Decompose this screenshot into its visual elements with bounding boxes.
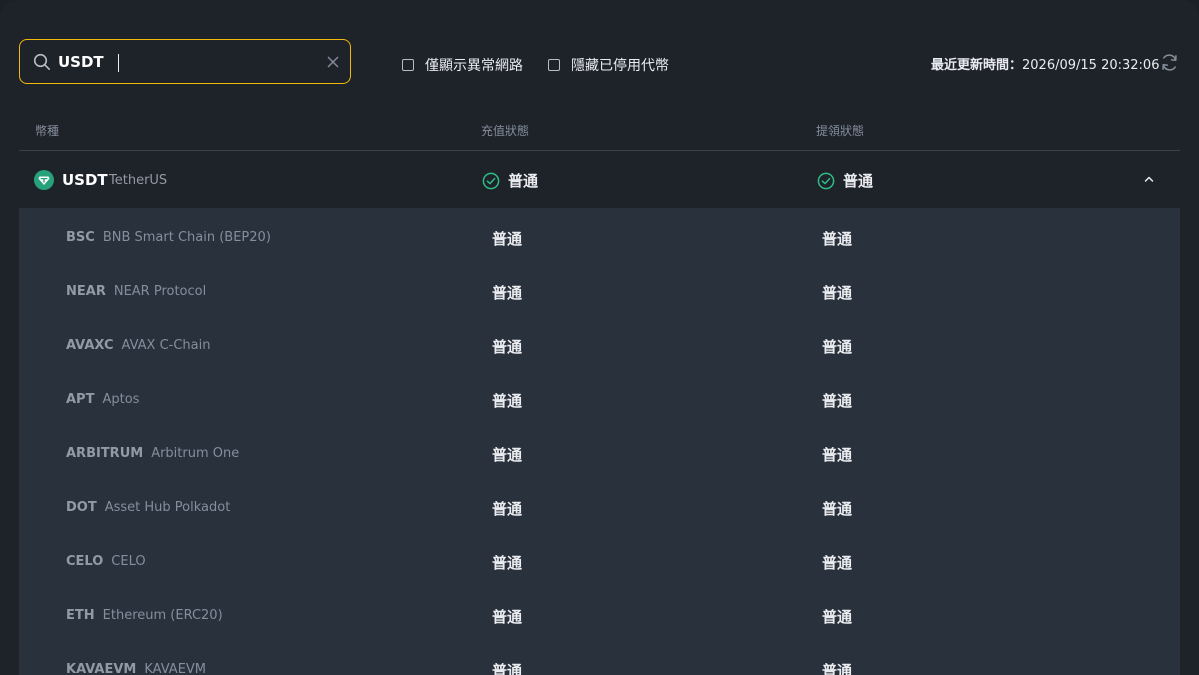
checkbox-label: 隱藏已停用代幣 [571,58,669,74]
network-name: Aptos [102,392,140,407]
network-row: ETH Ethereum (ERC20) 普通 普通 [19,586,1180,640]
withdraw-status: 普通 [817,170,873,191]
clear-icon[interactable] [326,55,340,69]
last-updated-label: 最近更新時間： [931,58,1023,73]
network-status-panel: 僅顯示異常網路 隱藏已停用代幣 最近更新時間：2026/09/15 20:32:… [0,0,1199,675]
network-row: BSC BNB Smart Chain (BEP20) 普通 普通 [19,208,1180,262]
coin-symbol: USDT [62,171,108,189]
network-withdraw-status: 普通 [822,284,853,302]
network-row: CELO CELO 普通 普通 [19,532,1180,586]
network-deposit-status: 普通 [492,338,523,356]
checkbox-label: 僅顯示異常網路 [425,58,523,74]
toolbar: 僅顯示異常網路 隱藏已停用代幣 最近更新時間：2026/09/15 20:32:… [0,0,1199,100]
checkbox-box[interactable] [548,59,560,71]
column-header-withdraw: 提領狀態 [816,124,865,138]
search-box[interactable] [19,39,351,84]
network-code: ARBITRUM Arbitrum One [66,446,240,461]
withdraw-status-label: 普通 [843,172,874,190]
column-header-coin: 幣種 [35,124,60,138]
coin-row-usdt[interactable]: USDT TetherUS 普通 普通 [19,151,1180,208]
hide-disabled-tokens-checkbox[interactable]: 隱藏已停用代幣 [548,55,669,75]
chevron-up-icon[interactable] [1141,171,1157,187]
network-deposit-status: 普通 [492,446,523,464]
network-row: AVAXC AVAX C-Chain 普通 普通 [19,316,1180,370]
network-code: ETH Ethereum (ERC20) [66,608,223,623]
network-code: BSC BNB Smart Chain (BEP20) [66,230,271,245]
network-code: CELO CELO [66,554,146,569]
network-withdraw-status: 普通 [822,608,853,626]
coin-name: TetherUS [109,173,168,188]
network-list: BSC BNB Smart Chain (BEP20) 普通 普通 NEAR NEAR P… [19,208,1180,675]
network-withdraw-status: 普通 [822,230,853,248]
network-name: BNB Smart Chain (BEP20) [102,230,271,245]
network-code: KAVAEVM KAVAEVM [66,662,207,675]
network-row: APT Aptos 普通 普通 [19,370,1180,424]
checkbox-box[interactable] [402,59,414,71]
check-circle-icon [817,172,835,189]
network-deposit-status: 普通 [492,230,523,248]
network-withdraw-status: 普通 [822,338,853,356]
last-updated-time: 2026/09/15 20:32:06 [1022,58,1160,73]
tether-logo-icon [34,170,54,190]
network-name: CELO [111,554,146,569]
network-withdraw-status: 普通 [822,392,853,410]
network-name: NEAR Protocol [113,284,207,299]
network-row: NEAR NEAR Protocol 普通 普通 [19,262,1180,316]
refresh-icon[interactable] [1160,53,1179,72]
network-name: Ethereum (ERC20) [102,608,223,623]
network-deposit-status: 普通 [492,608,523,626]
deposit-status-label: 普通 [508,172,539,190]
network-name: Asset Hub Polkadot [104,500,231,515]
network-deposit-status: 普通 [492,662,523,675]
network-withdraw-status: 普通 [822,446,853,464]
network-name: KAVAEVM [144,662,207,675]
network-row: DOT Asset Hub Polkadot 普通 普通 [19,478,1180,532]
last-updated: 最近更新時間：2026/09/15 20:32:06 [931,54,1159,73]
network-row: ARBITRUM Arbitrum One 普通 普通 [19,424,1180,478]
search-icon [33,53,51,71]
network-withdraw-status: 普通 [822,554,853,572]
network-withdraw-status: 普通 [822,662,853,675]
network-code: APT Aptos [66,392,140,407]
network-code: AVAXC AVAX C-Chain [66,338,211,353]
show-abnormal-networks-checkbox[interactable]: 僅顯示異常網路 [402,55,523,75]
network-code: DOT Asset Hub Polkadot [66,500,231,515]
column-header-deposit: 充值狀態 [481,124,530,138]
check-circle-icon [482,172,500,189]
network-deposit-status: 普通 [492,500,523,518]
network-row: KAVAEVM KAVAEVM 普通 普通 [19,640,1180,675]
network-name: Arbitrum One [151,446,240,461]
network-withdraw-status: 普通 [822,500,853,518]
network-code: NEAR NEAR Protocol [66,284,207,299]
network-deposit-status: 普通 [492,554,523,572]
search-input[interactable] [58,48,308,76]
table-header: 幣種 充值狀態 提領狀態 [19,110,1180,151]
network-deposit-status: 普通 [492,284,523,302]
text-cursor [118,54,119,72]
deposit-status: 普通 [482,170,538,191]
network-name: AVAX C-Chain [121,338,211,353]
network-deposit-status: 普通 [492,392,523,410]
